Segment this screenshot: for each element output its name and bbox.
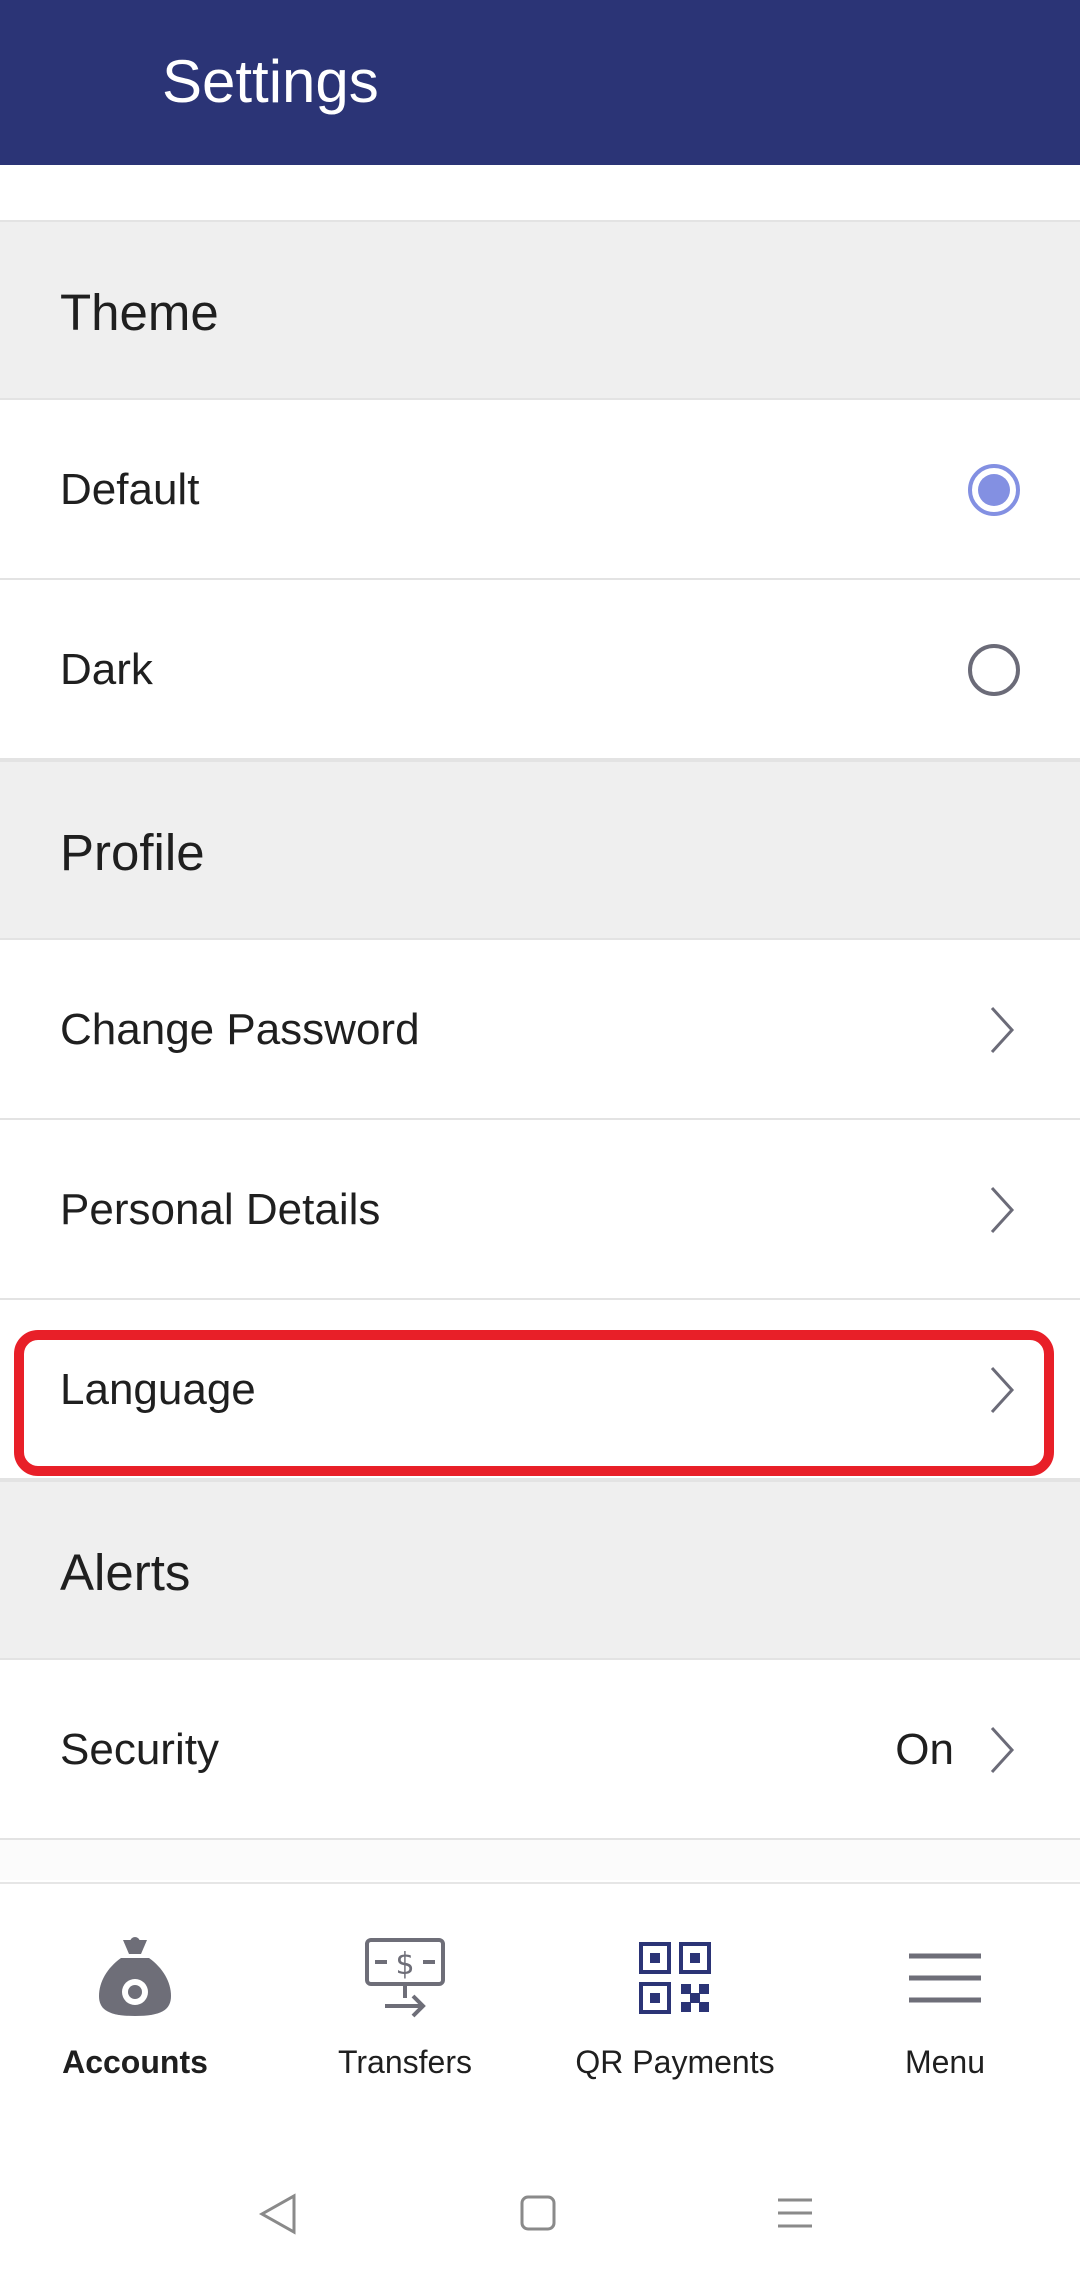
list-item-label: Security [60, 1725, 219, 1774]
list-overflow-edge [0, 1840, 1080, 1880]
section-profile: Profile [0, 760, 1080, 940]
theme-option-default[interactable]: Default [0, 400, 1080, 580]
section-title-theme: Theme [60, 283, 219, 341]
language-item[interactable]: Language [0, 1300, 1080, 1480]
change-password-item[interactable]: Change Password [0, 940, 1080, 1120]
section-alerts: Alerts [0, 1480, 1080, 1660]
list-item-label: Language [60, 1365, 256, 1414]
nav-label: QR Payments [575, 2044, 775, 2080]
chevron-right-icon [990, 1186, 1015, 1234]
nav-menu[interactable]: Menu [810, 1884, 1080, 2114]
nav-qr-payments[interactable]: QR Payments [540, 1884, 810, 2114]
radio-unselected-icon[interactable] [968, 644, 1020, 696]
settings-screen: Settings Theme Default Dark Profile Chan… [0, 0, 1080, 2282]
section-theme: Theme [0, 220, 1080, 400]
nav-label: Accounts [62, 2044, 208, 2080]
page-title: Settings [162, 48, 379, 115]
theme-option-label: Dark [60, 645, 153, 694]
recents-icon[interactable] [776, 2194, 814, 2232]
nav-label: Transfers [338, 2044, 472, 2080]
section-title-profile: Profile [60, 823, 205, 881]
app-header: Settings [0, 0, 1080, 165]
nav-label: Menu [904, 2044, 986, 2080]
list-item-label: Personal Details [60, 1185, 381, 1234]
security-alert-item[interactable]: Security On [0, 1660, 1080, 1840]
chevron-right-icon [990, 1006, 1015, 1054]
system-navigation-bar [0, 2112, 1080, 2282]
theme-option-label: Default [60, 465, 200, 514]
money-bag-icon [99, 1937, 171, 2016]
back-icon[interactable] [258, 2192, 298, 2236]
svg-text:$: $ [395, 1947, 414, 1982]
nav-transfers[interactable]: $ Transfers [270, 1884, 540, 2114]
chevron-right-icon [990, 1366, 1015, 1414]
transfer-icon: $ [365, 1938, 445, 2018]
list-item-label: Change Password [60, 1005, 420, 1054]
security-status-value: On [895, 1725, 954, 1774]
bottom-navigation: Accounts $ Transfers QR Payments Menu [0, 1882, 1080, 2112]
nav-accounts[interactable]: Accounts [0, 1884, 270, 2114]
chevron-right-icon [990, 1726, 1015, 1774]
personal-details-item[interactable]: Personal Details [0, 1120, 1080, 1300]
home-icon[interactable] [519, 2194, 557, 2232]
hamburger-menu-icon [909, 1953, 981, 2003]
radio-selected-icon[interactable] [968, 464, 1020, 516]
section-title-alerts: Alerts [60, 1543, 191, 1601]
settings-list: Theme Default Dark Profile Change Passwo… [0, 220, 1080, 1880]
theme-option-dark[interactable]: Dark [0, 580, 1080, 760]
qr-code-icon [639, 1942, 711, 2014]
